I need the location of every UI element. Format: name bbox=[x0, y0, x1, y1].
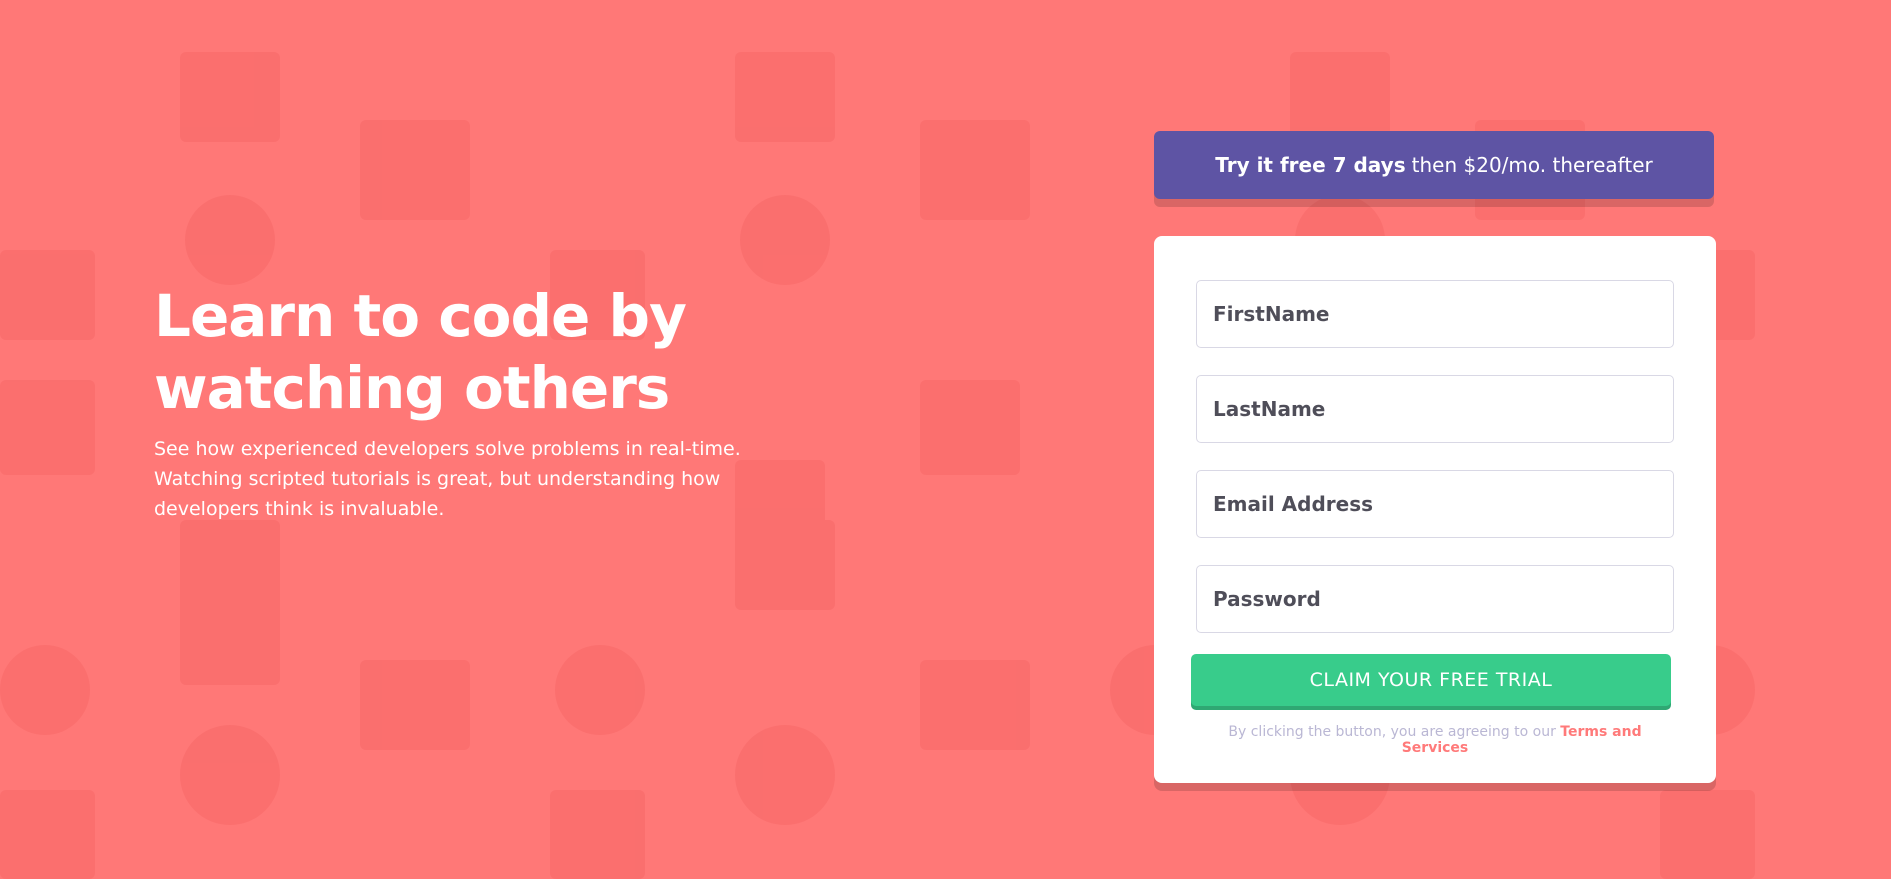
last-name-field[interactable] bbox=[1196, 375, 1674, 443]
email-field[interactable] bbox=[1196, 470, 1674, 538]
first-name-field[interactable] bbox=[1196, 280, 1674, 348]
hero-description: See how experienced developers solve pro… bbox=[154, 438, 741, 520]
hero-title: Learn to code by watching others bbox=[154, 282, 687, 422]
hero-section: Learn to code by watching others See how… bbox=[154, 280, 834, 524]
trial-banner-rest: then $20/mo. thereafter bbox=[1411, 153, 1653, 177]
terms-prefix: By clicking the button, you are agreeing… bbox=[1228, 724, 1556, 740]
password-input[interactable] bbox=[1213, 587, 1673, 611]
password-field[interactable] bbox=[1196, 565, 1674, 633]
signup-form: CLAIM YOUR FREE TRIAL By clicking the bu… bbox=[1154, 236, 1716, 783]
trial-banner: Try it free 7 days then $20/mo. thereaft… bbox=[1154, 131, 1714, 199]
trial-banner-strong: Try it free 7 days bbox=[1215, 153, 1406, 177]
terms-text: By clicking the button, you are agreeing… bbox=[1196, 724, 1674, 756]
first-name-input[interactable] bbox=[1213, 302, 1673, 326]
email-input[interactable] bbox=[1213, 492, 1673, 516]
last-name-input[interactable] bbox=[1213, 397, 1673, 421]
claim-trial-button[interactable]: CLAIM YOUR FREE TRIAL bbox=[1191, 654, 1671, 706]
